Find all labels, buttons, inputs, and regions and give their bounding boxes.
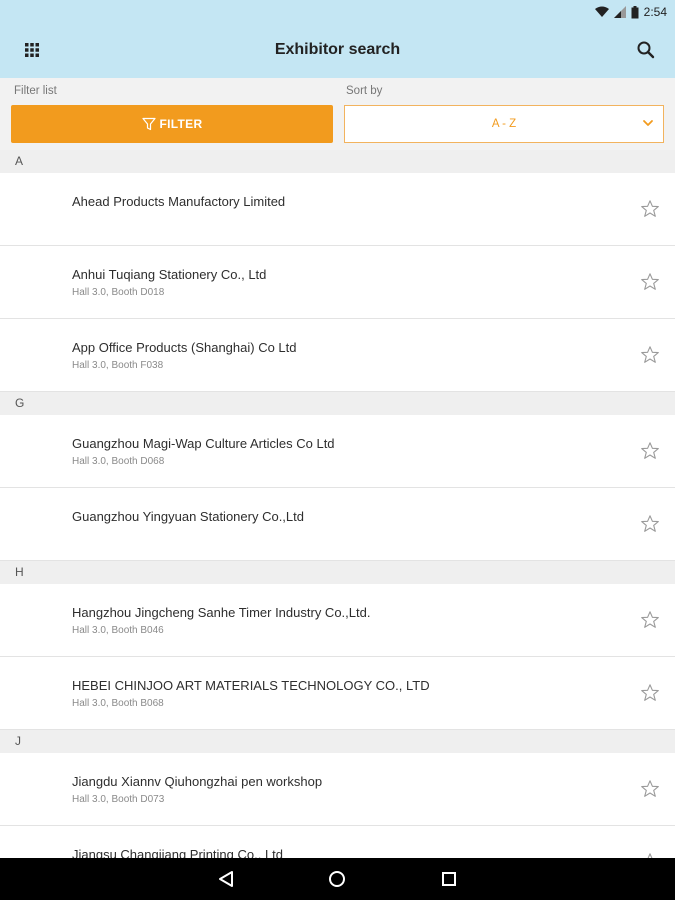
chevron-down-icon (643, 120, 653, 126)
recents-icon[interactable] (441, 871, 457, 887)
list-item[interactable]: HEBEI CHINJOO ART MATERIALS TECHNOLOGY C… (0, 657, 675, 730)
exhibitor-list[interactable]: A Ahead Products Manufactory Limited Anh… (0, 150, 675, 858)
star-icon[interactable] (640, 610, 660, 630)
list-item[interactable]: Guangzhou Yingyuan Stationery Co.,Ltd (0, 488, 675, 561)
signal-icon (613, 6, 626, 18)
sort-by-label: Sort by (346, 85, 383, 97)
list-item[interactable]: App Office Products (Shanghai) Co Ltd Ha… (0, 319, 675, 392)
search-button[interactable] (635, 39, 657, 61)
list-item[interactable]: Anhui Tuqiang Stationery Co., Ltd Hall 3… (0, 246, 675, 319)
page-title: Exhibitor search (274, 41, 401, 58)
list-item[interactable]: Ahead Products Manufactory Limited (0, 173, 675, 246)
star-icon[interactable] (640, 514, 660, 534)
section-header-a: A (0, 150, 675, 173)
menu-grid-button[interactable] (22, 40, 42, 60)
exhibitor-name: Guangzhou Magi-Wap Culture Articles Co L… (72, 436, 335, 451)
star-icon[interactable] (640, 779, 660, 799)
exhibitor-booth: Hall 3.0, Booth B046 (72, 625, 164, 636)
star-icon[interactable] (640, 441, 660, 461)
exhibitor-booth: Hall 3.0, Booth F038 (72, 360, 164, 371)
funnel-icon (141, 117, 156, 131)
exhibitor-name: HEBEI CHINJOO ART MATERIALS TECHNOLOGY C… (72, 678, 430, 693)
list-item[interactable]: Hangzhou Jingcheng Sanhe Timer Industry … (0, 584, 675, 657)
filter-button[interactable]: FILTER (11, 105, 333, 143)
exhibitor-name: App Office Products (Shanghai) Co Ltd (72, 340, 297, 355)
exhibitor-name: Guangzhou Yingyuan Stationery Co.,Ltd (72, 509, 304, 524)
exhibitor-booth: Hall 3.0, Booth D018 (72, 287, 165, 298)
sort-dropdown[interactable]: A - Z (344, 105, 664, 143)
exhibitor-name: Anhui Tuqiang Stationery Co., Ltd (72, 267, 267, 282)
section-header-g: G (0, 392, 675, 415)
sort-value: A - Z (491, 118, 517, 130)
list-item[interactable]: Jiangdu Xiannv Qiuhongzhai pen workshop … (0, 753, 675, 826)
filter-sort-bar: Filter list Sort by FILTER A - Z (0, 78, 675, 150)
status-time: 2:54 (643, 5, 667, 19)
star-icon[interactable] (640, 272, 660, 292)
star-icon[interactable] (640, 683, 660, 703)
wifi-icon (594, 6, 609, 17)
battery-icon (631, 5, 639, 18)
search-icon (637, 41, 655, 59)
exhibitor-name: Ahead Products Manufactory Limited (72, 194, 286, 209)
home-icon[interactable] (328, 870, 346, 888)
exhibitor-booth: Hall 3.0, Booth B068 (72, 698, 164, 709)
navigation-bar (0, 858, 675, 900)
filter-button-label: FILTER (159, 117, 203, 131)
section-header-j: J (0, 730, 675, 753)
star-icon[interactable] (640, 345, 660, 365)
app-bar: Exhibitor search (0, 24, 675, 78)
section-header-h: H (0, 561, 675, 584)
exhibitor-name: Jiangdu Xiannv Qiuhongzhai pen workshop (72, 774, 323, 789)
status-bar: 2:54 (0, 0, 675, 24)
back-icon[interactable] (216, 870, 236, 888)
list-item[interactable]: Jiangsu Changjiang Printing Co., Ltd (0, 826, 675, 858)
exhibitor-name: Hangzhou Jingcheng Sanhe Timer Industry … (72, 605, 371, 620)
status-icons: 2:54 (594, 3, 667, 21)
grid-icon (25, 43, 39, 57)
exhibitor-booth: Hall 3.0, Booth D068 (72, 456, 165, 467)
list-item[interactable]: Guangzhou Magi-Wap Culture Articles Co L… (0, 415, 675, 488)
star-icon[interactable] (640, 199, 660, 219)
exhibitor-name: Jiangsu Changjiang Printing Co., Ltd (72, 847, 284, 858)
exhibitor-booth: Hall 3.0, Booth D073 (72, 794, 165, 805)
filter-list-label: Filter list (14, 85, 57, 97)
